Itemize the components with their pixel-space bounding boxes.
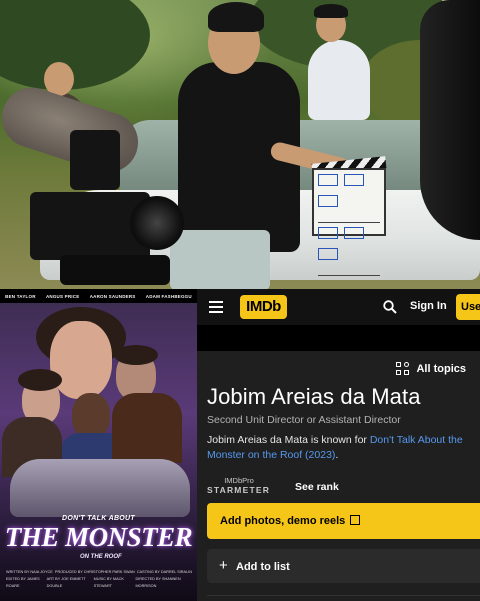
all-topics-label: All topics	[416, 363, 466, 375]
external-link-icon	[350, 515, 361, 525]
poster-tagline: DON'T TALK ABOUT	[62, 515, 135, 522]
light-softbox	[420, 0, 480, 240]
imdb-page: IMDb Sign In Use All topics Jobim Areias…	[197, 289, 480, 601]
starmeter-label: STARMETER	[207, 485, 271, 495]
credit-line: PRODUCED BY CHRISTOPHER PARK SWAN	[54, 570, 135, 574]
add-photos-button[interactable]: Add photos, demo reels	[207, 503, 480, 539]
clapperboard	[312, 168, 386, 276]
starmeter: IMDbPro STARMETER	[207, 476, 271, 495]
production-photo	[0, 0, 480, 289]
navbar-spacer	[197, 325, 480, 351]
name-header: All topics Jobim Areias da Mata Second U…	[197, 351, 480, 601]
poster-title: THE MONSTER	[4, 522, 193, 552]
poster-cast-strip: BEN TAYLOR ANGUS PRICE AARON SAUNDERS AD…	[0, 289, 197, 303]
credit-line: EDITED BY JAMES ROARE	[6, 577, 40, 588]
see-rank-link[interactable]: See rank	[295, 481, 339, 493]
poster-credits: WRITTEN BY NAIA JOYCE PRODUCED BY CHRIST…	[6, 569, 192, 590]
imdbpro-label: IMDbPro	[224, 476, 254, 485]
cast-name: BEN TAYLOR	[5, 293, 36, 299]
poster-subtitle: ON THE ROOF	[80, 554, 122, 560]
known-for-suffix: .	[335, 449, 339, 461]
credit-line: WRITTEN BY NAIA JOYCE	[6, 570, 53, 574]
credit-line: ART BY JOE EMMETT DOUBLE	[46, 577, 86, 588]
movie-poster[interactable]: BEN TAYLOR ANGUS PRICE AARON SAUNDERS AD…	[0, 289, 197, 601]
use-app-button[interactable]: Use	[456, 294, 480, 320]
cast-name: AARON SAUNDERS	[89, 293, 136, 299]
add-to-list-label: Add to list	[236, 561, 290, 573]
background-tree	[0, 0, 150, 90]
known-for-text: Jobim Areias da Mata is known for Don't …	[207, 433, 475, 463]
grid-icon	[396, 362, 410, 376]
known-for-prefix: Jobim Areias da Mata is known for	[207, 434, 370, 446]
credit-line: MUSIC BY MACK STEWART	[93, 577, 124, 588]
search-icon[interactable]	[383, 300, 397, 314]
plus-icon: +	[219, 557, 228, 574]
credit-line: DIRECTED BY SHANNEN MORRISON	[135, 577, 181, 588]
divider	[207, 595, 480, 596]
imdb-navbar: IMDb Sign In Use	[197, 289, 480, 325]
all-topics-button[interactable]: All topics	[396, 362, 466, 376]
imdb-logo[interactable]: IMDb	[240, 295, 287, 319]
cast-name: ADAM FASHBEGGU	[145, 293, 192, 299]
menu-icon[interactable]	[209, 301, 223, 313]
page-title: Jobim Areias da Mata	[207, 384, 421, 409]
person-role: Second Unit Director or Assistant Direct…	[207, 414, 401, 426]
poster-car	[10, 459, 190, 517]
credit-line: CASTING BY DARREL SIRALIN	[136, 570, 192, 574]
add-photos-label: Add photos, demo reels	[220, 515, 346, 527]
sign-in-button[interactable]: Sign In	[410, 300, 447, 312]
add-to-list-button[interactable]: + Add to list	[207, 549, 480, 583]
cast-name: ANGUS PRICE	[45, 293, 80, 299]
